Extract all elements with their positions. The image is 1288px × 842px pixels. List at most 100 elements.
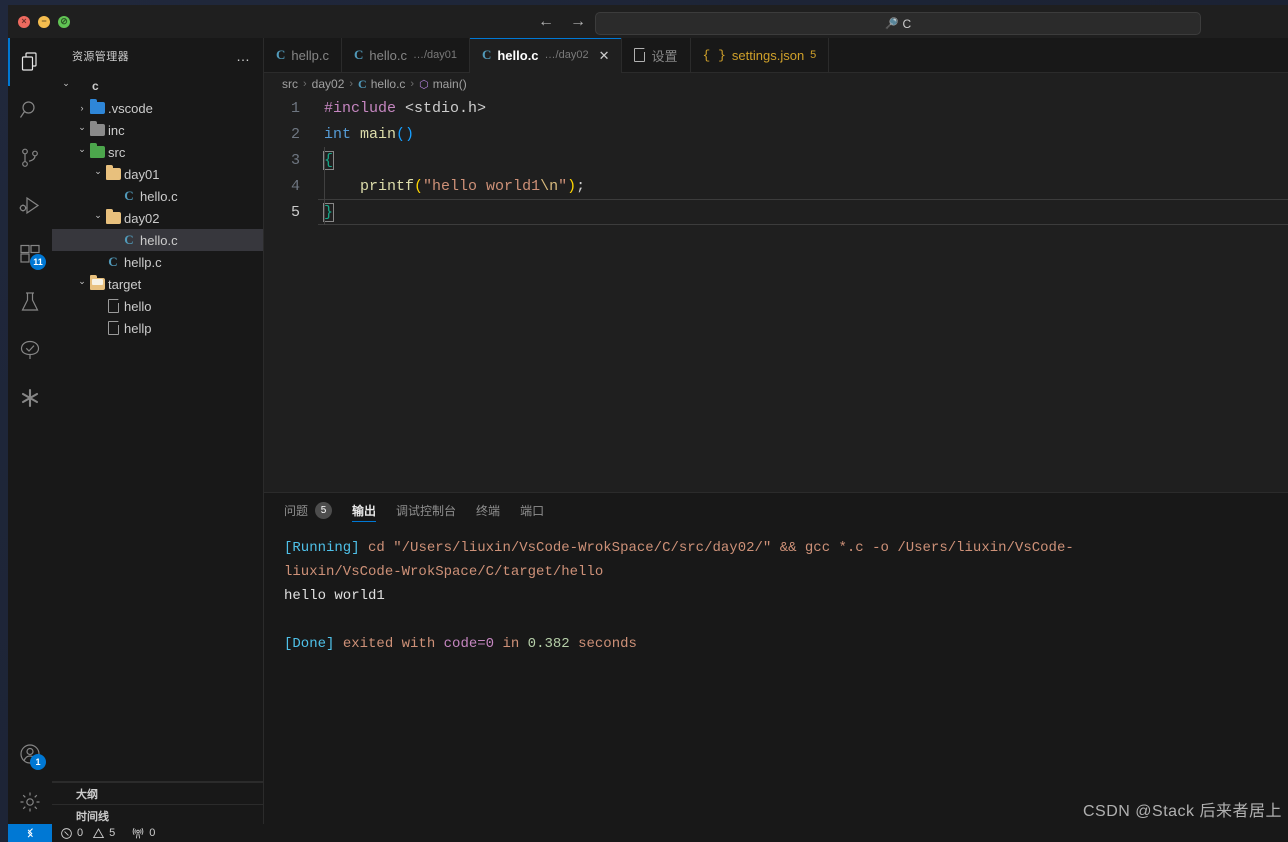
minimize-window-button[interactable]: −: [38, 15, 50, 28]
panel-tab-0[interactable]: 问题 5: [284, 493, 333, 528]
tree-item-c[interactable]: c: [52, 75, 263, 97]
status-warnings-count: 5: [109, 827, 116, 839]
tree-item-day01[interactable]: day01: [52, 163, 263, 185]
c-file-icon: C: [358, 76, 367, 91]
code-line-text: printf("hello world1 \n ");: [318, 173, 1288, 199]
tree-item-day02[interactable]: day02: [52, 207, 263, 229]
sidebar-section-label: 时间线: [76, 810, 109, 823]
chevron-down-icon[interactable]: [76, 279, 88, 290]
command-search-input[interactable]: 🔍 C: [595, 12, 1201, 35]
remote-icon: [27, 827, 33, 838]
window-controls: × − ⊘: [18, 15, 70, 28]
status-radio-tower[interactable]: 0: [123, 824, 163, 842]
editor-tab-设置[interactable]: 设置: [622, 38, 691, 72]
tree-item-hello-c[interactable]: Chello.c: [52, 229, 263, 251]
breadcrumb-separator: ›: [349, 78, 354, 90]
breadcrumb-item-helloc[interactable]: Chello.c: [358, 77, 405, 92]
folder-icon: [105, 165, 121, 180]
line-number: 2: [290, 125, 300, 143]
tree-item-hellp-c[interactable]: Chellp.c: [52, 251, 263, 273]
tree-item-icon: [88, 121, 106, 136]
chevron-down-icon[interactable]: [76, 125, 88, 136]
chevron-down-icon[interactable]: [92, 213, 104, 224]
panel-tab-4[interactable]: 端口: [520, 493, 544, 528]
status-remote-button[interactable]: [8, 824, 52, 842]
activity-item-source-control[interactable]: [8, 134, 52, 182]
sidebar-section-timeline[interactable]: 时间线: [52, 804, 263, 826]
bottom-panel: 问题 5 输出 调试控制台 终端 端口 [Running] cd "/Users/liux…: [264, 492, 1288, 826]
panel-tab-3[interactable]: 终端: [476, 493, 500, 528]
editor-tab-settings-json[interactable]: { } settings.json 5: [690, 38, 830, 72]
panel-tab-label: 终端: [476, 504, 501, 518]
breadcrumb-item-main[interactable]: ⬡ main(): [419, 77, 467, 91]
close-window-button[interactable]: ×: [18, 15, 30, 28]
sidebar-section-outline[interactable]: 大纲: [52, 782, 263, 804]
sidebar-more-actions-button[interactable]: …: [236, 48, 251, 64]
output-token: cd: [359, 540, 394, 556]
activity-item-testing[interactable]: [8, 278, 52, 326]
tree-item-hello[interactable]: hello: [52, 295, 263, 317]
editor-tab-hello-c[interactable]: Chello.c …/day02 ✕: [469, 38, 623, 73]
chevron-down-icon[interactable]: [76, 147, 88, 158]
breadcrumb-item-day02[interactable]: day02: [312, 77, 345, 91]
close-tab-icon[interactable]: ✕: [599, 49, 610, 62]
breadcrumb-item-src[interactable]: src: [282, 77, 298, 91]
activity-item-remote-explorer[interactable]: [8, 326, 52, 374]
activity-item-explorer[interactable]: [8, 38, 52, 86]
extensions-badge: 11: [30, 254, 46, 270]
run-debug-icon: [19, 196, 40, 215]
line-number: 4: [290, 177, 300, 195]
editor-tab-hellp-c[interactable]: Chellp.c: [264, 38, 342, 72]
tree-item-inc[interactable]: inc: [52, 119, 263, 141]
activity-item-search[interactable]: [8, 86, 52, 134]
code-editor[interactable]: 1 #include <stdio.h> 2 int main() 3{4 printf…: [264, 95, 1288, 492]
tree-item-label: day02: [124, 210, 160, 226]
editor-tab-label: 设置: [651, 48, 678, 64]
tree-item-icon: [104, 165, 122, 180]
chevron-down-icon[interactable]: [60, 81, 72, 92]
output-token: hello world1: [284, 588, 385, 604]
output-line: [Running] cd "/Users/liuxin/VsCode-WrokS…: [284, 536, 1288, 560]
tree-item-label: target: [108, 276, 142, 292]
panel-tab-2[interactable]: 调试控制台: [396, 493, 456, 528]
file-icon: [634, 48, 646, 62]
tree-item-hellp[interactable]: hellp: [52, 317, 263, 339]
tree-item-label: hellp: [124, 320, 152, 336]
back-arrow-icon[interactable]: ←: [538, 13, 554, 30]
activity-item-run-debug[interactable]: [8, 182, 52, 230]
breadcrumb-separator: ›: [410, 78, 415, 90]
editor-tab-hello-c[interactable]: Chello.c …/day01: [341, 38, 470, 72]
output-console[interactable]: [Running] cd "/Users/liuxin/VsCode-WrokS…: [264, 528, 1288, 826]
asterisk-icon: [21, 388, 39, 408]
maximize-window-button[interactable]: ⊘: [58, 15, 70, 28]
chevron-down-icon[interactable]: [92, 169, 104, 180]
code-token: }: [322, 202, 335, 222]
breadcrumb-label: day02: [311, 77, 345, 91]
activity-item-manage[interactable]: [8, 778, 52, 826]
activity-item-extensions[interactable]: 11: [8, 230, 52, 278]
sidebar-sections: 大纲 时间线: [52, 781, 263, 826]
activity-item-accounts[interactable]: 1: [8, 730, 52, 778]
tree-item-target[interactable]: target: [52, 273, 263, 295]
json-file-icon: { }: [702, 47, 726, 63]
forward-arrow-icon[interactable]: →: [570, 13, 586, 30]
sidebar-explorer: 资源管理器 … c .vscode inc src day01 Chello.c day02…: [52, 38, 264, 826]
status-problems[interactable]: 0 5: [52, 824, 123, 842]
tree-item-label: hello.c: [140, 232, 178, 248]
code-line: 5}: [264, 199, 1288, 225]
activity-item-misc[interactable]: [8, 374, 52, 422]
output-line: hello world1: [284, 584, 1288, 608]
panel-tab-1[interactable]: 输出: [352, 493, 377, 528]
sidebar-section-label: 大纲: [76, 788, 98, 801]
code-token: (: [414, 177, 424, 195]
tree-item-label: hello.c: [140, 188, 178, 204]
chevron-right-icon[interactable]: [76, 103, 88, 113]
editor-tab-description: …/day01: [412, 49, 457, 61]
line-number: 5: [290, 203, 300, 221]
tree-item-src[interactable]: src: [52, 141, 263, 163]
line-number: 3: [290, 151, 300, 169]
tree-item-hello-c[interactable]: Chello.c: [52, 185, 263, 207]
tree-item--vscode[interactable]: .vscode: [52, 97, 263, 119]
editor-tab-description: …/day02: [544, 49, 589, 61]
